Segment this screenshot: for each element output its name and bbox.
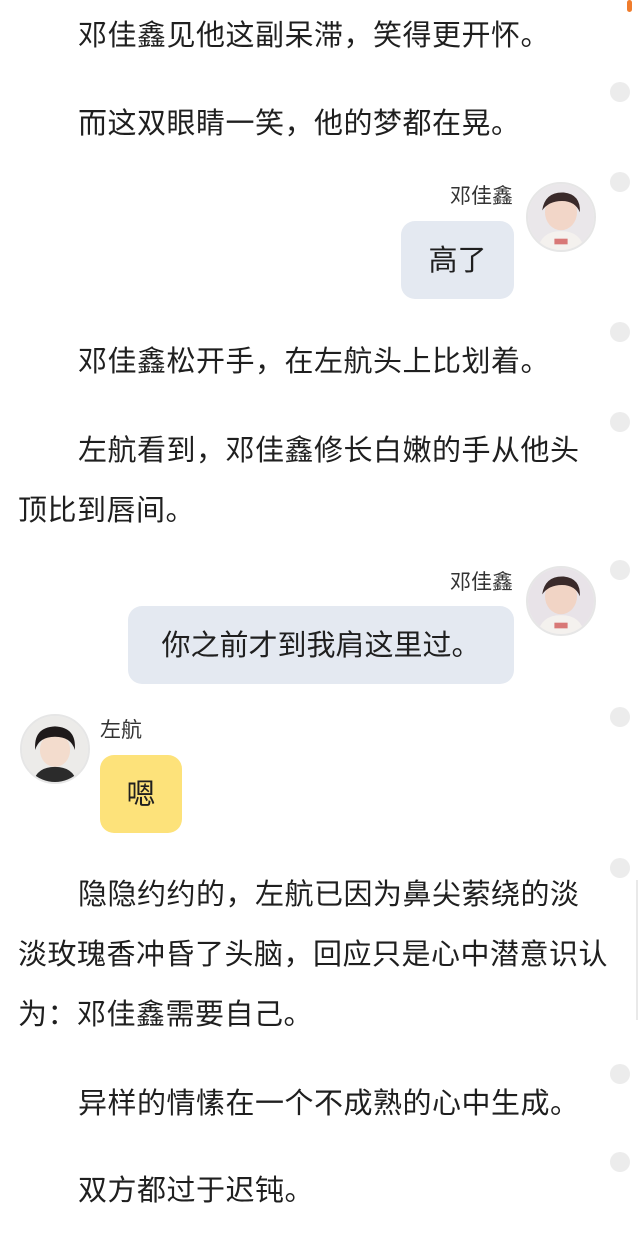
comment-dot-icon[interactable] (610, 560, 630, 580)
avatar[interactable] (526, 566, 596, 636)
avatar-portrait-icon (528, 568, 594, 634)
chat-bubble[interactable]: 嗯 (100, 755, 182, 833)
comment-dot-icon[interactable] (610, 858, 630, 878)
scroll-position-marker[interactable] (627, 0, 632, 12)
avatar[interactable] (526, 182, 596, 252)
sender-name: 左航 (100, 718, 142, 742)
chat-bubble[interactable]: 你之前才到我肩这里过。 (128, 606, 514, 684)
scrollbar-track[interactable] (636, 880, 638, 1020)
story-paragraph: 双方都过于迟钝。 (78, 1173, 315, 1207)
sender-name: 邓佳鑫 (450, 184, 513, 208)
comment-dot-icon[interactable] (610, 412, 630, 432)
story-paragraph: 异样的情愫在一个不成熟的心中生成。 (78, 1086, 580, 1120)
avatar-portrait-icon (22, 716, 88, 782)
comment-dot-icon[interactable] (610, 322, 630, 342)
story-paragraph: 邓佳鑫见他这副呆滞，笑得更开怀。 (78, 18, 551, 52)
comment-dot-icon[interactable] (610, 172, 630, 192)
sender-name: 邓佳鑫 (450, 570, 513, 594)
chat-bubble[interactable]: 高了 (401, 221, 514, 299)
story-paragraph: 邓佳鑫松开手，在左航头上比划着。 (78, 344, 551, 378)
story-paragraph: 隐隐约约的，左航已因为鼻尖萦绕的淡淡玫瑰香冲昏了头脑，回应只是心中潜意识认为：邓… (18, 877, 609, 1031)
story-paragraph: 而这双眼睛一笑，他的梦都在晃。 (78, 106, 521, 140)
avatar[interactable] (20, 714, 90, 784)
comment-dot-icon[interactable] (610, 1064, 630, 1084)
avatar-portrait-icon (528, 184, 594, 250)
comment-dot-icon[interactable] (610, 707, 630, 727)
comment-dot-icon[interactable] (610, 82, 630, 102)
story-paragraph: 左航看到，邓佳鑫修长白嫩的手从他头顶比到唇间。 (18, 433, 580, 527)
comment-dot-icon[interactable] (610, 1152, 630, 1172)
